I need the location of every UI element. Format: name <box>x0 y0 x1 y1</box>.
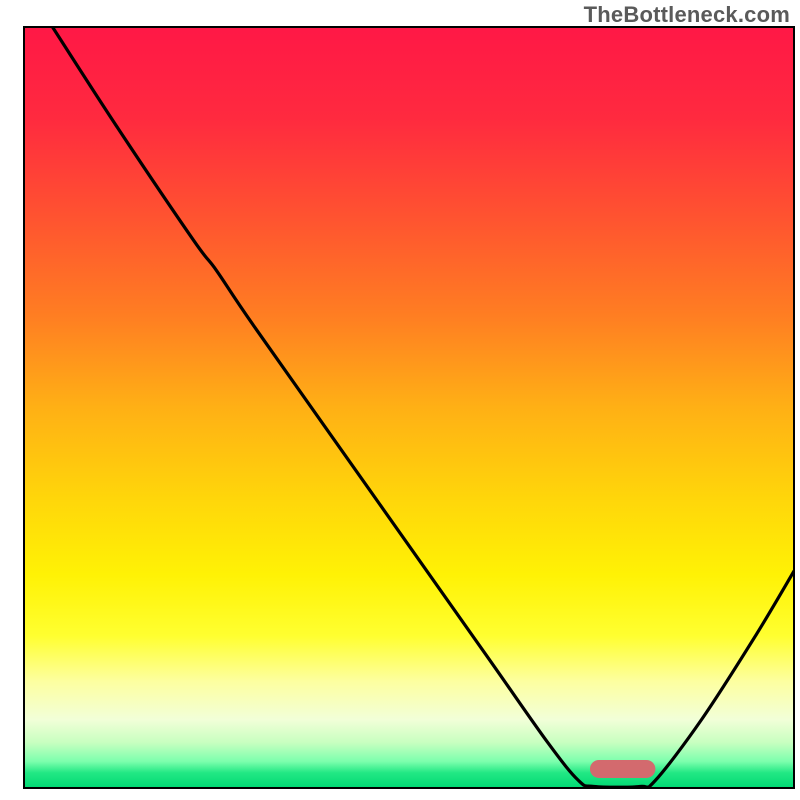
optimal-range-marker <box>590 760 655 778</box>
bottleneck-chart: TheBottleneck.com <box>0 0 800 800</box>
chart-canvas <box>0 0 800 800</box>
attribution-text: TheBottleneck.com <box>584 2 790 28</box>
gradient-background <box>24 27 794 788</box>
